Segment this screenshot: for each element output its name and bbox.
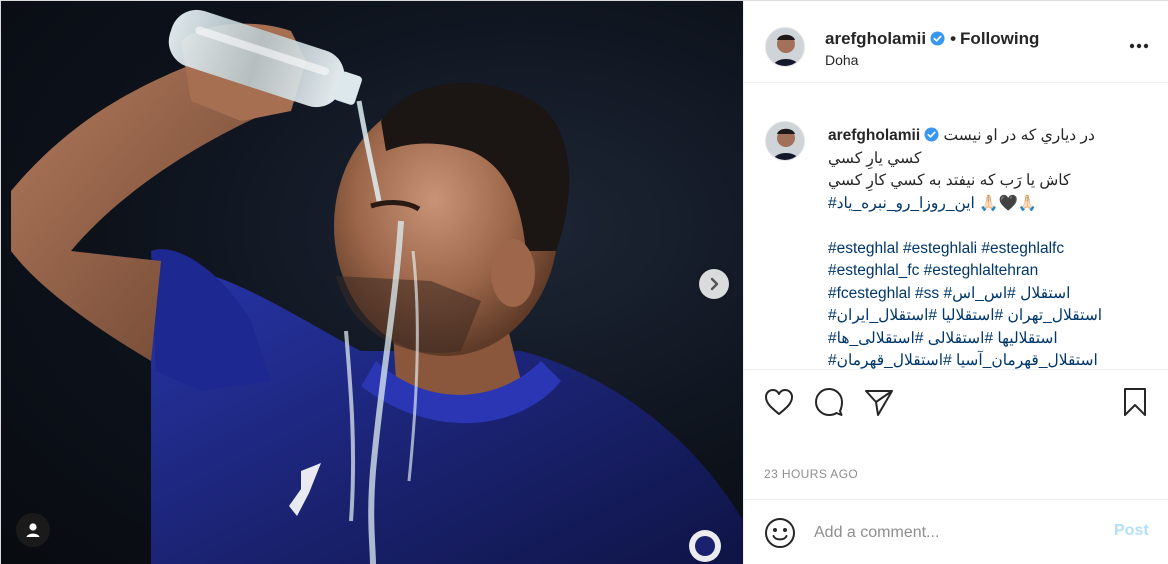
- avatar-photo: [766, 122, 804, 160]
- caption-author-avatar[interactable]: [765, 121, 805, 161]
- caption-line: در دياري که در او نيست: [943, 127, 1095, 144]
- hashtag-line[interactable]: #استقلال_قهرمان_آسيا #استقلال_قهرمان: [828, 350, 1124, 369]
- comment-button[interactable]: [814, 387, 844, 417]
- location-link[interactable]: Doha: [825, 52, 858, 68]
- comment-bubble-icon: [815, 388, 843, 416]
- post-details-panel: arefgholamii • Following Doha arefgholamii…: [743, 1, 1168, 564]
- caption-author-username[interactable]: arefgholamii: [828, 127, 920, 144]
- caption-text: arefgholamii در دياري که در او نيست کسي …: [828, 125, 1124, 369]
- hashtag-line[interactable]: #esteghlal_fc #esteghlaltehran: [828, 260, 1124, 283]
- tagged-users-button[interactable]: [16, 513, 50, 547]
- save-button[interactable]: [1120, 387, 1150, 417]
- like-button[interactable]: [764, 387, 794, 417]
- smiley-icon: [765, 518, 795, 548]
- author-avatar[interactable]: [765, 27, 805, 67]
- post-photo[interactable]: [1, 1, 743, 564]
- more-options-button[interactable]: [1124, 35, 1154, 57]
- heart-icon: [765, 389, 793, 415]
- caption-comments-area[interactable]: arefgholamii در دياري که در او نيست کسي …: [744, 83, 1168, 369]
- next-photo-button[interactable]: [699, 269, 729, 299]
- hashtag-line[interactable]: #fcesteghlal #ss #استقلال #اس_اس: [828, 283, 1124, 306]
- comment-input[interactable]: [814, 520, 1094, 546]
- photo-illustration: [11, 9, 743, 564]
- caption-line: کسي يارِ کسي: [828, 149, 922, 167]
- caption-first-line: arefgholamii در دياري که در او نيست: [828, 125, 1124, 148]
- post-header: arefgholamii • Following Doha: [744, 1, 1168, 83]
- hashtag-line[interactable]: #استقلاليها #استقلالى #استقلالى_ها: [828, 328, 1124, 351]
- emoji-button[interactable]: [764, 517, 796, 549]
- verified-badge-icon: [930, 31, 945, 46]
- hashtag-line[interactable]: #esteghlal #esteghlali #esteghlalfc: [828, 238, 1124, 261]
- share-button[interactable]: [864, 387, 894, 417]
- add-comment-bar: Post: [744, 499, 1168, 564]
- author-username[interactable]: arefgholamii: [825, 29, 926, 48]
- separator-dot: •: [950, 29, 957, 48]
- hashtag-block: #esteghlal #esteghlali #esteghlalfc #est…: [828, 238, 1124, 370]
- verified-badge-icon: [924, 127, 939, 142]
- more-options-icon: [1129, 43, 1149, 49]
- following-button[interactable]: Following: [960, 29, 1039, 48]
- post-timestamp[interactable]: 23 HOURS AGO: [764, 467, 858, 481]
- instagram-post-window: arefgholamii • Following Doha arefgholamii…: [0, 0, 1168, 564]
- chevron-right-icon: [710, 277, 719, 291]
- paper-plane-icon: [865, 390, 893, 416]
- post-comment-button[interactable]: Post: [1114, 522, 1149, 540]
- bookmark-icon: [1124, 388, 1146, 416]
- caption-hashtag-line[interactable]: #اين_روزا_رو_نبره_ياد 🙏🏻🖤🙏🏻: [828, 193, 1124, 216]
- caption-line: کاش يا رَب که نيفتد به کسي کارِ کسي: [828, 172, 1071, 189]
- avatar-photo: [766, 28, 804, 66]
- post-actions-bar: [744, 369, 1168, 433]
- author-line: arefgholamii • Following: [825, 29, 1039, 49]
- user-tag-icon: [26, 523, 40, 537]
- hashtag-line[interactable]: #استقلال_تهران #استقلاليا #استقلال_ايران: [828, 305, 1124, 328]
